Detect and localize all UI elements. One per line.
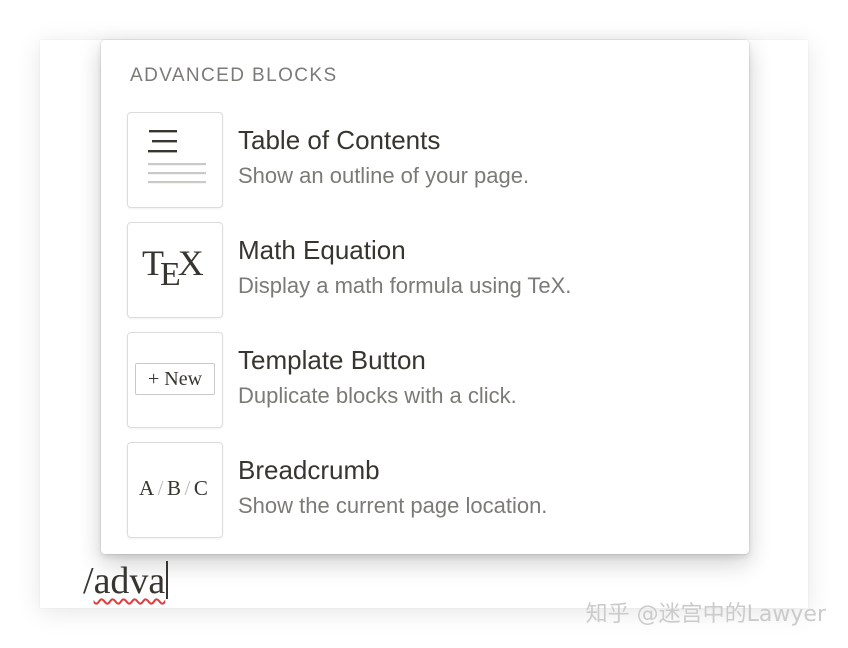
- item-thumbnail: + New: [127, 332, 223, 428]
- typed-query: adva: [93, 560, 166, 602]
- item-description: Display a math formula using TeX.: [238, 273, 572, 298]
- item-description: Show the current page location.: [238, 493, 548, 518]
- menu-item-math-equation[interactable]: TEX Math Equation Display a math formula…: [127, 222, 727, 318]
- item-title: Math Equation: [238, 235, 406, 265]
- text-caret: [166, 561, 169, 599]
- template-button-icon: + New: [135, 363, 215, 395]
- item-thumbnail: [127, 112, 223, 208]
- slash-character: /: [83, 560, 94, 602]
- menu-item-breadcrumb[interactable]: A / B / C Breadcrumb Show the current page l…: [127, 442, 727, 538]
- item-thumbnail: A / B / C: [127, 442, 223, 538]
- item-description: Show an outline of your page.: [238, 163, 530, 188]
- menu-section-header: ADVANCED BLOCKS: [130, 65, 338, 86]
- slash-command-menu: ADVANCED BLOCKS Table of Contents Show a…: [101, 40, 749, 554]
- item-thumbnail: TEX: [127, 222, 223, 318]
- item-title: Breadcrumb: [238, 455, 380, 485]
- watermark: 知乎 @迷宫中的Lawyer: [585, 602, 826, 627]
- breadcrumb-icon: A / B / C: [139, 476, 209, 500]
- item-description: Duplicate blocks with a click.: [238, 383, 517, 408]
- screen: ADVANCED BLOCKS Table of Contents Show a…: [0, 0, 848, 648]
- table-of-contents-icon: [148, 130, 206, 184]
- menu-item-template-button[interactable]: + New Template Button Duplicate blocks w…: [127, 332, 727, 428]
- item-title: Table of Contents: [238, 125, 441, 155]
- tex-icon: TEX: [142, 243, 204, 293]
- item-title: Template Button: [238, 345, 426, 375]
- menu-item-table-of-contents[interactable]: Table of Contents Show an outline of you…: [127, 112, 727, 208]
- editor-text-block[interactable]: /adva: [83, 559, 169, 603]
